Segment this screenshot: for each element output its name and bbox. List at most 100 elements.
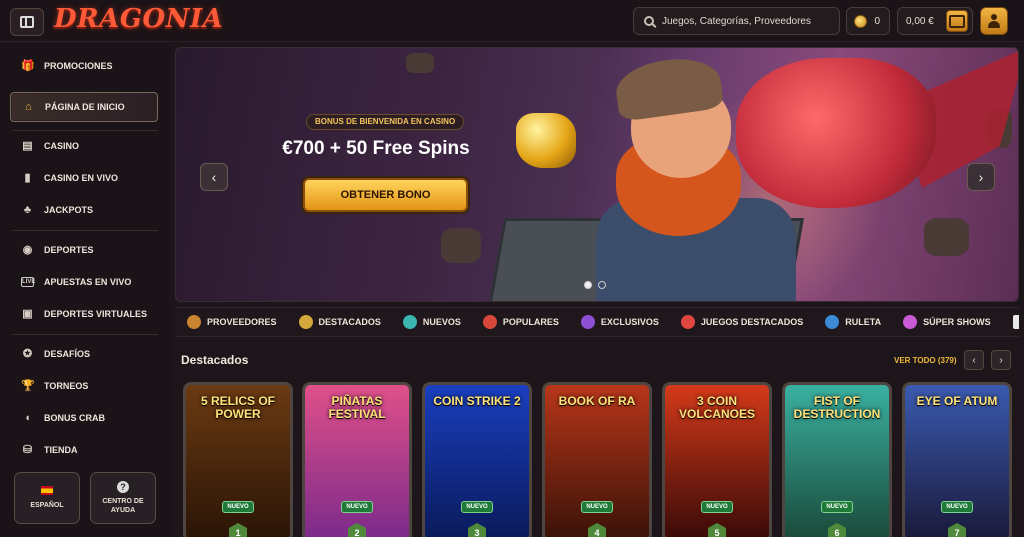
game-card[interactable]: BOOK OF RA NUEVO 4 xyxy=(542,382,652,537)
category-label: DESTACADOS xyxy=(318,317,381,327)
sidebar-item-label: APUESTAS EN VIVO xyxy=(44,277,132,287)
language-selector[interactable]: ESPAÑOL xyxy=(14,472,80,524)
sidebar-item-label: PÁGINA DE INICIO xyxy=(45,102,125,112)
help-center-button[interactable]: ? CENTRO DE AYUDA xyxy=(90,472,156,524)
chevron-left-icon: ‹ xyxy=(972,354,976,366)
crab-icon: ◖ xyxy=(24,411,31,424)
category-label: RULETA xyxy=(845,317,882,327)
carousel-dot-active[interactable] xyxy=(584,281,592,289)
category-label: PROVEEDORES xyxy=(207,317,277,327)
sidebar-item-label: DEPORTES xyxy=(44,245,94,255)
search-input[interactable] xyxy=(662,15,832,27)
game-title: COIN STRIKE 2 xyxy=(433,394,521,408)
game-card[interactable]: FIST OF DESTRUCTION NUEVO 6 xyxy=(782,382,892,537)
category-label: POPULARES xyxy=(502,317,559,327)
sidebar-item-label: JACKPOTS xyxy=(44,205,94,215)
category-ruleta[interactable]: RULETA xyxy=(825,315,881,329)
sidebar-item-label: TORNEOS xyxy=(44,381,89,391)
sidebar-item-promociones[interactable]: 🎁 PROMOCIONES xyxy=(10,53,158,79)
user-account-button[interactable] xyxy=(980,7,1008,35)
featured-next-button[interactable]: › xyxy=(991,350,1011,370)
medal-icon: ✪ xyxy=(22,347,33,360)
sidebar-item-torneos[interactable]: 🏆 TORNEOS xyxy=(10,373,158,399)
sidebar-toggle-button[interactable] xyxy=(10,8,44,36)
category-exclusivos[interactable]: EXCLUSIVOS xyxy=(580,315,659,329)
star-icon xyxy=(298,315,313,329)
sidebar-divider xyxy=(12,230,158,231)
game-card[interactable]: 3 COIN VOLCANOES NUEVO 5 xyxy=(662,382,772,537)
category-bar: PROVEEDORES DESTACADOS NUEVOS POPULARES … xyxy=(175,307,1019,337)
coins-balance[interactable]: 0 xyxy=(846,7,890,35)
help-icon: ? xyxy=(117,481,129,493)
gold-nugget-illustration xyxy=(516,113,576,168)
providers-icon xyxy=(187,315,201,329)
game-title: 3 COIN VOLCANOES xyxy=(678,394,755,421)
sidebar-item-pagina-de-inicio[interactable]: ⌂ PÁGINA DE INICIO xyxy=(10,92,158,122)
sidebar-divider xyxy=(12,334,158,335)
sidebar-item-deportes[interactable]: ◉ DEPORTES xyxy=(10,237,158,263)
search-icon xyxy=(644,16,654,26)
category-blackjack[interactable]: BL xyxy=(1012,315,1019,329)
game-card[interactable]: EYE OF ATUM NUEVO 7 xyxy=(902,382,1012,537)
category-proveedores[interactable]: PROVEEDORES xyxy=(187,315,277,329)
bonus-badge: BONUS DE BIENVENIDA EN CASINO xyxy=(306,114,465,130)
sidebar-item-deportes-virtuales[interactable]: ▣ DEPORTES VIRTUALES xyxy=(10,301,158,327)
game-card[interactable]: PIÑATAS FESTIVAL NUEVO 2 xyxy=(302,382,412,537)
sidebar-item-label: DESAFÍOS xyxy=(44,349,91,359)
sidebar-item-label: CASINO xyxy=(44,141,80,151)
sidebar-item-casino[interactable]: ▤ CASINO xyxy=(10,133,158,159)
game-card[interactable]: COIN STRIKE 2 NUEVO 3 xyxy=(422,382,532,537)
new-badge: NUEVO xyxy=(341,501,373,513)
chevron-right-icon: › xyxy=(999,354,1003,366)
sidebar-item-tienda[interactable]: ⛁ TIENDA xyxy=(10,437,158,463)
coins-value: 0 xyxy=(874,15,880,27)
language-label: ESPAÑOL xyxy=(30,502,64,509)
game-card[interactable]: 5 RELICS OF POWER NUEVO 1 xyxy=(183,382,293,537)
wheel-icon xyxy=(903,315,918,329)
sidebar-item-label: TIENDA xyxy=(44,445,78,455)
new-badge: NUEVO xyxy=(821,501,853,513)
game-title: PIÑATAS FESTIVAL xyxy=(328,394,386,421)
sidebar-item-apuestas-en-vivo[interactable]: LIVE APUESTAS EN VIVO xyxy=(10,269,158,295)
category-label: SÚPER SHOWS xyxy=(923,317,991,327)
sidebar-item-bonus-crab[interactable]: ◖ BONUS CRAB xyxy=(10,405,158,431)
search-box[interactable] xyxy=(633,7,840,35)
rank-badge: 2 xyxy=(348,523,366,537)
hero-banner[interactable]: BONUS DE BIENVENIDA EN CASINO €700 + 50 … xyxy=(175,47,1019,302)
sidebar-icon xyxy=(20,16,34,28)
see-all-link[interactable]: VER TODO (379) xyxy=(894,356,957,365)
category-populares[interactable]: POPULARES xyxy=(482,315,559,329)
sidebar-item-desafios[interactable]: ✪ DESAFÍOS xyxy=(10,341,158,367)
sidebar-item-label: CASINO EN VIVO xyxy=(44,173,119,183)
sidebar-item-casino-en-vivo[interactable]: ▮ CASINO EN VIVO xyxy=(10,165,158,191)
get-bonus-button[interactable]: OBTENER BONO xyxy=(303,178,468,212)
carousel-dot[interactable] xyxy=(598,281,606,289)
crystal-icon xyxy=(580,315,595,329)
featured-section-title: Destacados xyxy=(181,353,249,367)
category-label: EXCLUSIVOS xyxy=(600,317,659,327)
sidebar-item-jackpots[interactable]: ♣ JACKPOTS xyxy=(10,197,158,223)
site-logo[interactable]: DRAGONIA xyxy=(54,4,223,34)
wallet-icon[interactable] xyxy=(946,10,968,32)
chevron-left-icon: ‹ xyxy=(211,169,217,185)
sidebar-item-label: BONUS CRAB xyxy=(44,413,106,423)
sidebar: 🎁 PROMOCIONES ⌂ PÁGINA DE INICIO ▤ CASINO ▮… xyxy=(0,43,170,537)
hero-prev-button[interactable]: ‹ xyxy=(200,163,228,191)
category-nuevos[interactable]: NUEVOS xyxy=(402,315,461,329)
hero-next-button[interactable]: › xyxy=(967,163,995,191)
screen-icon: ▣ xyxy=(22,307,33,320)
category-super-shows[interactable]: SÚPER SHOWS xyxy=(903,315,991,329)
rock-decoration xyxy=(406,53,434,73)
game-title: FIST OF DESTRUCTION xyxy=(793,394,881,421)
category-destacados[interactable]: DESTACADOS xyxy=(298,315,381,329)
featured-prev-button[interactable]: ‹ xyxy=(964,350,984,370)
gift-icon: 🎁 xyxy=(21,59,35,72)
category-label: JUEGOS DESTACADOS xyxy=(700,317,804,327)
ball-icon: ◉ xyxy=(22,243,33,256)
rank-badge: 5 xyxy=(708,523,726,537)
new-badge: NUEVO xyxy=(941,501,973,513)
new-badge: NUEVO xyxy=(581,501,613,513)
rock-decoration xyxy=(441,228,481,263)
wallet-balance[interactable]: 0,00 € xyxy=(897,7,973,35)
category-juegos-destacados[interactable]: JUEGOS DESTACADOS xyxy=(680,315,804,329)
